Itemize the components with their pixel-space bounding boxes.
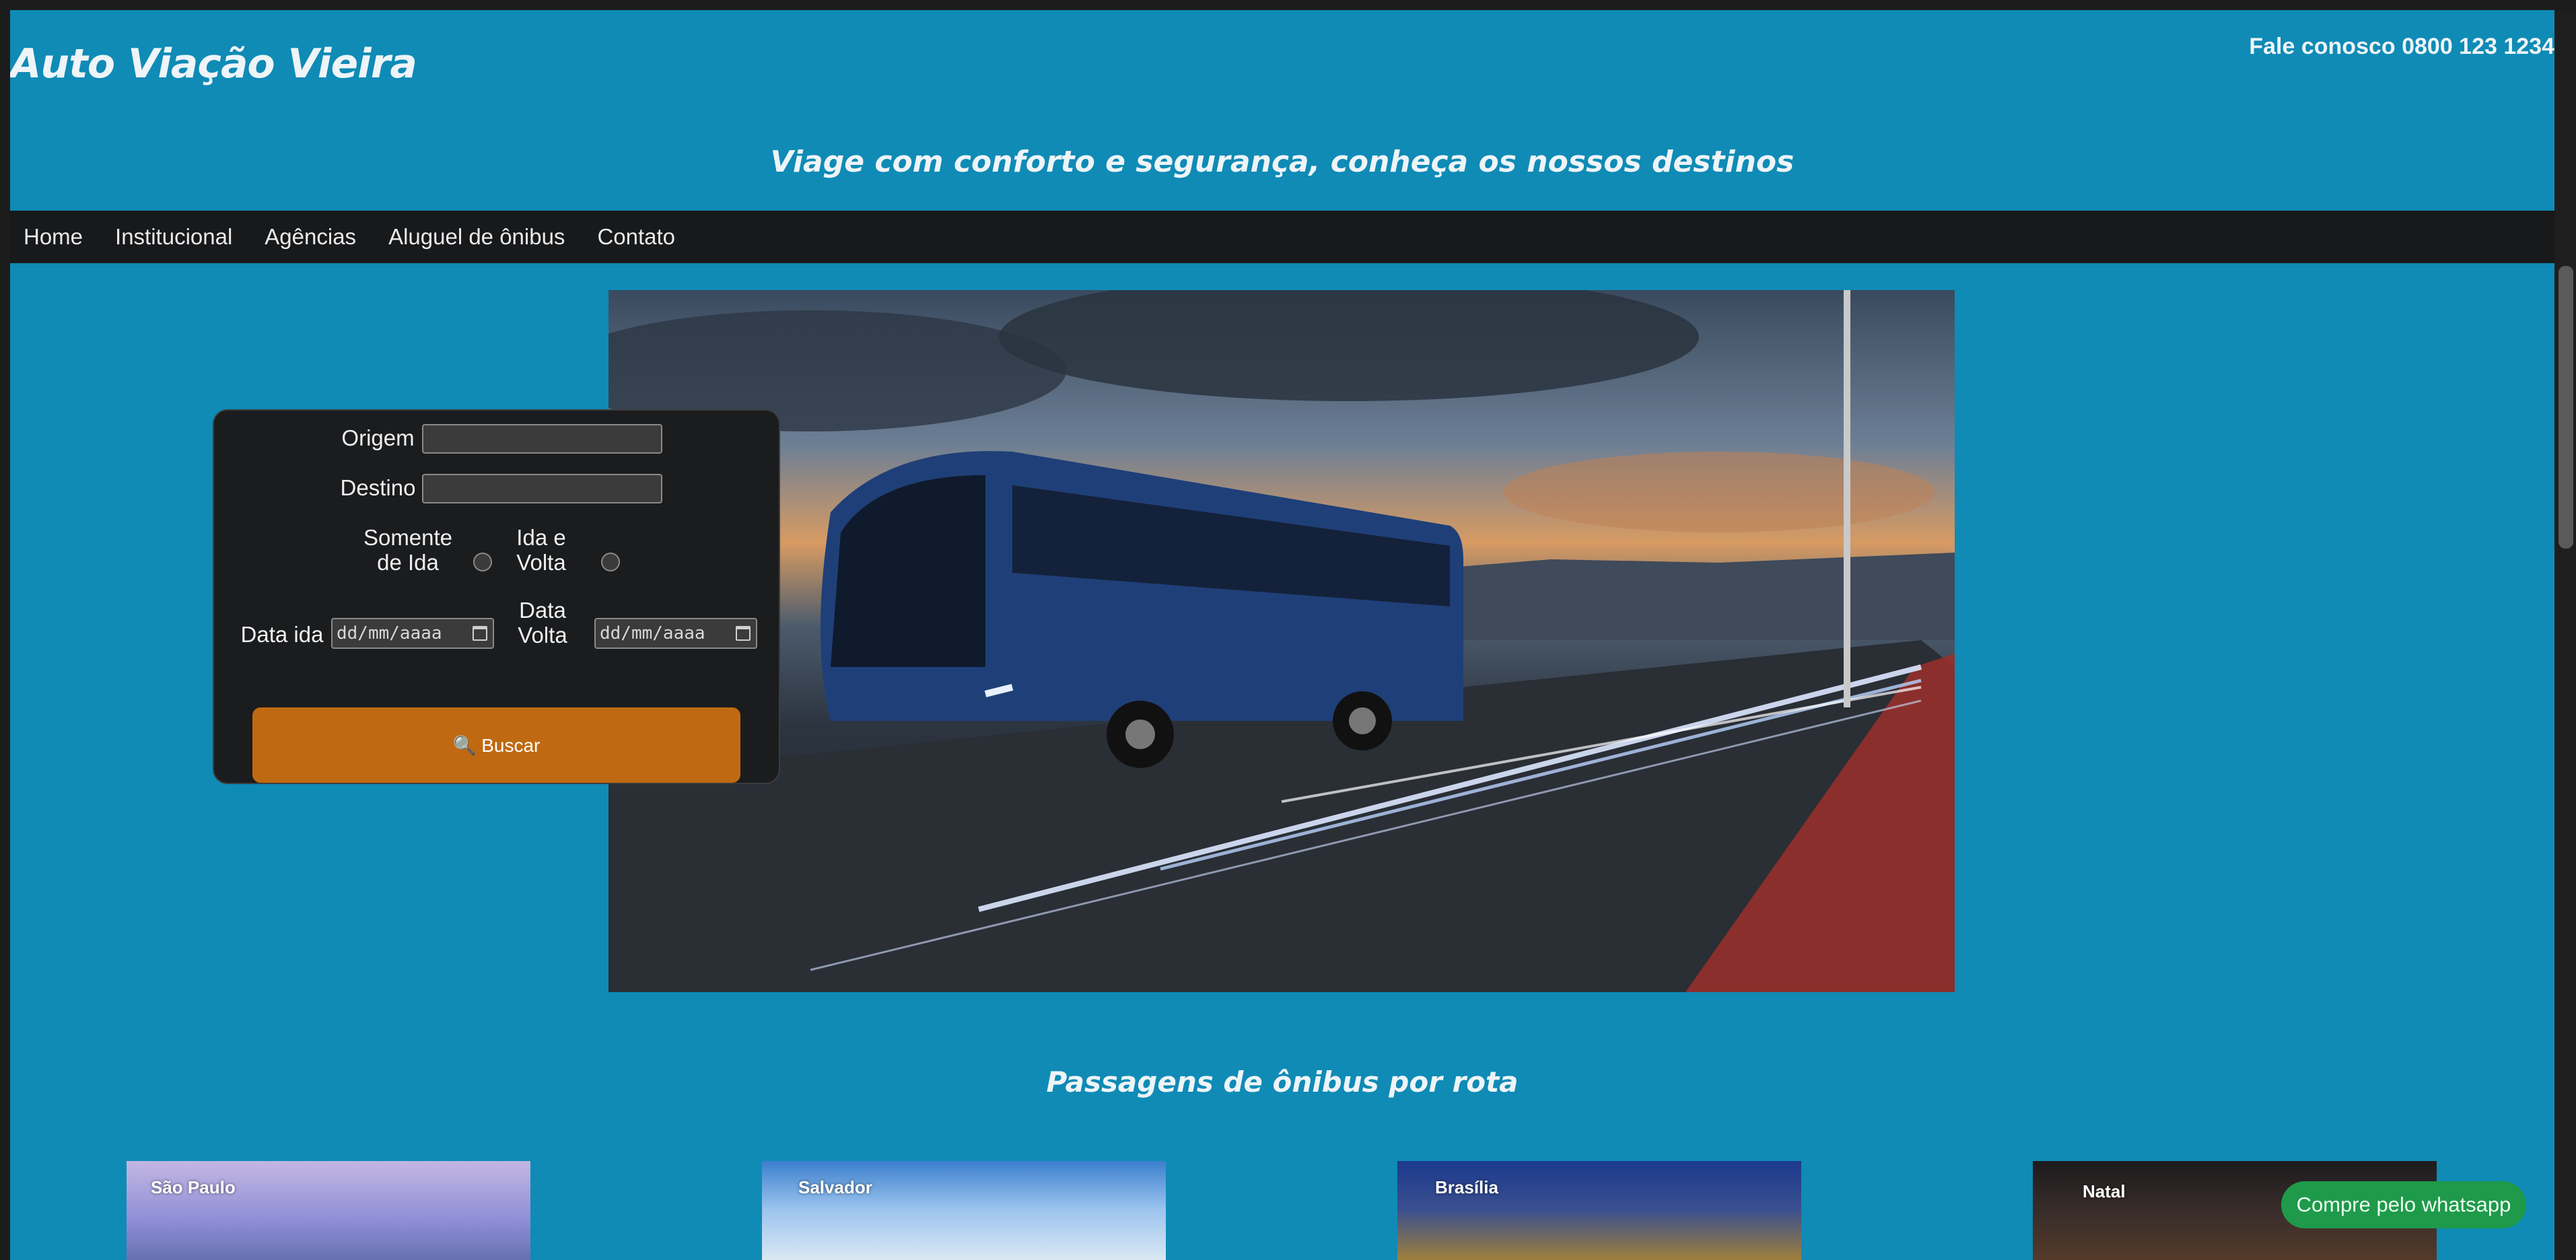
tagline: Viage com conforto e segurança, conheça … [770, 145, 1795, 179]
route-card-salvador[interactable]: Salvador [762, 1161, 1166, 1260]
route-card-brasilia[interactable]: Brasília [1397, 1161, 1801, 1260]
origem-input[interactable] [422, 424, 662, 454]
hero-illustration [608, 290, 1955, 992]
origem-label: Origem [341, 425, 415, 450]
somente-ida-radio[interactable] [473, 553, 492, 571]
main-nav: Home Institucional Agências Aluguel de ô… [10, 211, 2554, 263]
ida-volta-radio[interactable] [601, 553, 620, 571]
search-form: Origem Destino Somente de Ida Ida e Volt… [213, 409, 780, 784]
calendar-icon[interactable] [736, 626, 751, 641]
data-ida-placeholder: dd/mm/aaaa [337, 623, 442, 643]
calendar-icon[interactable] [473, 626, 487, 641]
data-volta-label: Data Volta [518, 598, 567, 648]
window-top-border [0, 0, 2576, 10]
data-volta-input[interactable]: dd/mm/aaaa [594, 618, 757, 649]
data-ida-input[interactable]: dd/mm/aaaa [331, 618, 494, 649]
somente-ida-label: Somente de Ida [363, 525, 453, 575]
route-city-label: Salvador [798, 1177, 872, 1197]
contact-phone: Fale conosco 0800 123 1234 [2249, 34, 2554, 59]
whatsapp-button[interactable]: Compre pelo whatsapp [2281, 1181, 2526, 1228]
scrollbar-thumb[interactable] [2558, 266, 2573, 549]
route-city-label: Brasília [1435, 1177, 1498, 1197]
route-card-sao-paulo[interactable]: São Paulo [127, 1161, 530, 1260]
nav-aluguel-onibus[interactable]: Aluguel de ônibus [388, 224, 565, 250]
window-left-border [0, 0, 10, 1260]
destino-input[interactable] [422, 474, 662, 503]
data-ida-label: Data ida [240, 622, 324, 647]
destino-label: Destino [340, 475, 416, 500]
hero-bus-image [608, 290, 1955, 992]
brand-title[interactable]: Auto Viação Vieira [10, 40, 417, 88]
nav-agencias[interactable]: Agências [265, 224, 356, 250]
ida-volta-label: Ida e Volta [516, 525, 566, 575]
route-city-label: São Paulo [151, 1177, 236, 1197]
nav-contato[interactable]: Contato [597, 224, 675, 250]
routes-title: Passagens de ônibus por rota [1046, 1065, 1519, 1098]
data-volta-placeholder: dd/mm/aaaa [600, 623, 705, 643]
page: Auto Viação Vieira Fale conosco 0800 123… [10, 10, 2554, 1260]
buscar-button[interactable]: 🔍 Buscar [252, 707, 740, 783]
nav-institucional[interactable]: Institucional [115, 224, 232, 250]
nav-home[interactable]: Home [24, 224, 83, 250]
scrollbar-track[interactable] [2554, 10, 2576, 1260]
route-city-label: Natal [2083, 1181, 2126, 1201]
